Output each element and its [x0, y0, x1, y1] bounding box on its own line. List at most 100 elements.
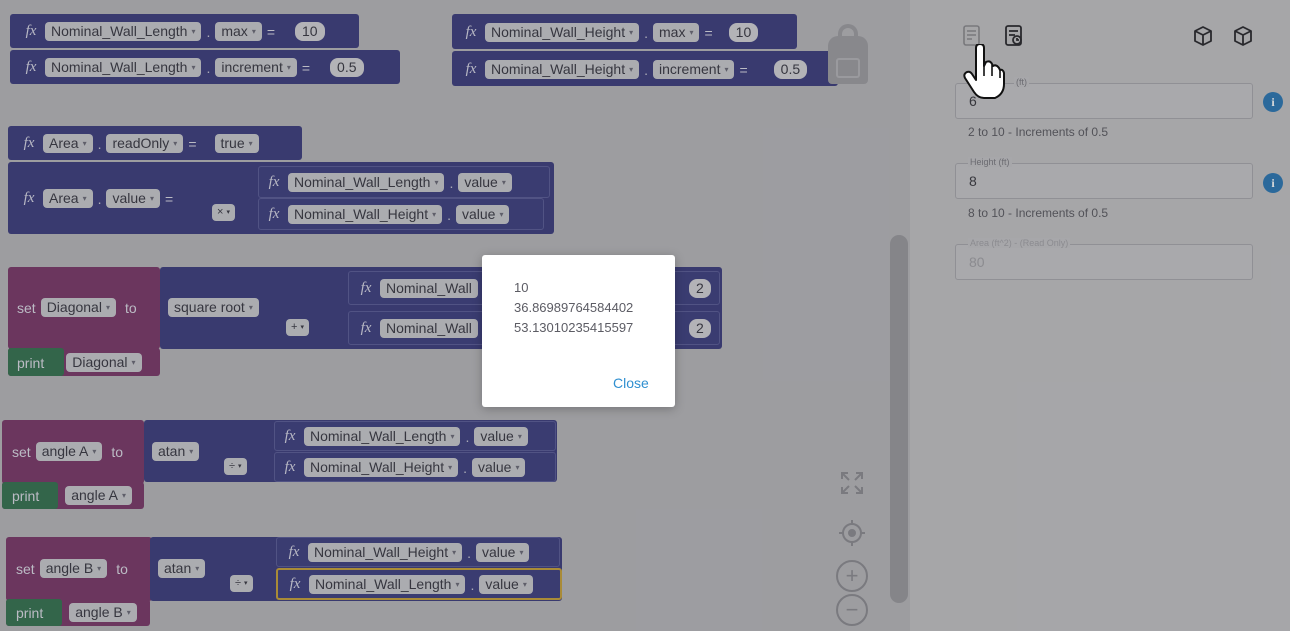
property-dropdown[interactable]: Nominal_Wall: [380, 319, 478, 338]
attribute-dropdown[interactable]: value ▾: [458, 173, 512, 192]
equals-label: =: [739, 61, 748, 78]
attribute-dropdown[interactable]: value ▾: [479, 575, 533, 594]
blockly-workspace[interactable]: fx Nominal_Wall_Length ▾ . max ▾ = 10 fx N…: [0, 0, 910, 631]
property-block[interactable]: fx Nominal_Wall_Length ▾ . max ▾ = 10: [10, 14, 359, 48]
property-block[interactable]: fx Area ▾ . readOnly ▾ = true ▾: [8, 126, 302, 160]
operator-dropdown[interactable]: + ▾: [286, 319, 309, 336]
property-dropdown[interactable]: Nominal_Wall: [380, 279, 478, 298]
attribute-dropdown[interactable]: increment ▾: [653, 60, 735, 79]
close-button[interactable]: Close: [613, 375, 649, 391]
property-block[interactable]: fx Nominal_Wall_Height ▾ . max ▾ = 10: [452, 14, 797, 49]
operand-block[interactable]: fx Nominal_Wall_Height ▾ . value ▾: [274, 452, 556, 482]
function-dropdown[interactable]: atan ▾: [158, 559, 206, 578]
fx-icon: fx: [288, 544, 300, 560]
set-variable-block[interactable]: set Diagonal ▾ to: [8, 267, 160, 349]
output-line: 10: [514, 280, 529, 295]
height-hint: 8 to 10 - Increments of 0.5: [968, 206, 1109, 220]
function-dropdown[interactable]: square root ▾: [168, 298, 259, 317]
fx-icon: fx: [465, 24, 477, 40]
variable-dropdown[interactable]: Diagonal ▾: [40, 298, 116, 317]
output-line: 53.13010235415597: [514, 320, 634, 335]
property-dropdown[interactable]: Area ▾: [43, 134, 93, 153]
property-dropdown[interactable]: Nominal_Wall_Height ▾: [485, 23, 640, 42]
number-input[interactable]: 0.5: [773, 60, 808, 79]
attribute-dropdown[interactable]: max ▾: [215, 22, 262, 41]
attribute-dropdown[interactable]: value ▾: [456, 205, 510, 224]
info-icon[interactable]: i: [1263, 173, 1283, 193]
variable-dropdown[interactable]: angle B ▾: [69, 603, 137, 622]
dot-separator: .: [206, 23, 211, 40]
property-dropdown[interactable]: Nominal_Wall_Height ▾: [485, 60, 640, 79]
cube-outline-icon[interactable]: [1229, 22, 1257, 50]
property-dropdown[interactable]: Nominal_Wall_Length ▾: [309, 575, 466, 594]
set-variable-block[interactable]: set angle B ▾ to: [6, 537, 152, 601]
attribute-dropdown[interactable]: readOnly ▾: [106, 134, 184, 153]
print-variable-block[interactable]: print angle B ▾: [6, 599, 150, 626]
attribute-dropdown[interactable]: value ▾: [106, 189, 160, 208]
print-variable-block[interactable]: print Diagonal ▾: [8, 348, 160, 376]
operator-dropdown[interactable]: ÷ ▾: [224, 458, 247, 475]
backpack-icon[interactable]: [828, 24, 868, 84]
property-block[interactable]: fx Nominal_Wall_Length ▾ . increment ▾ = 0…: [10, 50, 400, 84]
property-dropdown[interactable]: Nominal_Wall_Height ▾: [288, 205, 443, 224]
variable-dropdown[interactable]: Diagonal ▾: [66, 353, 142, 372]
to-label: to: [124, 299, 137, 316]
fx-icon: fx: [289, 576, 301, 592]
fx-icon: fx: [284, 459, 296, 475]
attribute-dropdown[interactable]: value ▾: [472, 458, 526, 477]
math-function-block[interactable]: atan ▾ ÷ ▾ fx Nominal_Wall_Length ▾ . value…: [144, 420, 557, 482]
operand-block[interactable]: fx Nominal_Wall_Height ▾ . value ▾: [258, 198, 544, 230]
output-line: 36.86989764584402: [514, 300, 634, 315]
recenter-icon[interactable]: [836, 517, 868, 549]
number-input[interactable]: 0.5: [330, 58, 364, 77]
height-field[interactable]: Height (ft) 8: [955, 157, 1253, 199]
number-input[interactable]: 10: [728, 23, 759, 42]
number-input[interactable]: 10: [295, 22, 325, 41]
property-dropdown[interactable]: Nominal_Wall_Length ▾: [288, 173, 445, 192]
property-dropdown[interactable]: Nominal_Wall_Length ▾: [45, 58, 202, 77]
fx-icon: fx: [25, 59, 37, 75]
function-dropdown[interactable]: atan ▾: [152, 442, 200, 461]
variable-dropdown[interactable]: angle B ▾: [39, 559, 108, 578]
math-function-block[interactable]: atan ▾ ÷ ▾ fx Nominal_Wall_Height ▾ . value…: [150, 537, 562, 601]
print-variable-block[interactable]: print angle A ▾: [2, 482, 144, 509]
operand-block[interactable]: fx Nominal_Wall_Length ▾ . value ▾: [258, 166, 550, 198]
boolean-dropdown[interactable]: true ▾: [214, 134, 259, 153]
zoom-in-icon[interactable]: +: [836, 560, 868, 592]
exponent-input[interactable]: 2: [689, 279, 711, 298]
operator-dropdown[interactable]: × ▾: [212, 204, 235, 221]
set-label: set: [16, 560, 35, 577]
property-block[interactable]: fx Area ▾ . value ▾ = × ▾ fx Nominal_Wall_L…: [8, 162, 554, 234]
operand-block[interactable]: fx Nominal_Wall_Length ▾ . value ▾: [274, 421, 556, 451]
attribute-dropdown[interactable]: increment ▾: [215, 58, 297, 77]
property-dropdown[interactable]: Nominal_Wall_Length ▾: [45, 22, 202, 41]
variable-dropdown[interactable]: angle A ▾: [65, 486, 132, 505]
hand-pointer-icon: [962, 43, 1006, 100]
property-dropdown[interactable]: Area ▾: [43, 189, 93, 208]
operator-dropdown[interactable]: ÷ ▾: [230, 575, 253, 592]
property-dropdown[interactable]: Nominal_Wall_Height ▾: [304, 458, 459, 477]
variable-dropdown[interactable]: angle A ▾: [35, 442, 103, 461]
set-variable-block[interactable]: set angle A ▾ to: [2, 420, 144, 484]
cube-icon[interactable]: [1189, 22, 1217, 50]
zoom-out-icon[interactable]: −: [836, 594, 868, 626]
equals-label: =: [266, 23, 276, 40]
dot-separator: .: [465, 428, 470, 445]
property-block[interactable]: fx Nominal_Wall_Height ▾ . increment ▾ = 0…: [452, 51, 838, 86]
exponent-input[interactable]: 2: [689, 319, 711, 338]
fit-to-screen-icon[interactable]: [836, 467, 868, 499]
info-icon[interactable]: i: [1263, 92, 1283, 112]
operand-block[interactable]: fx Nominal_Wall_Height ▾ . value ▾: [276, 537, 560, 567]
area-field-value: 80: [969, 254, 985, 270]
dot-separator: .: [467, 544, 471, 561]
property-dropdown[interactable]: Nominal_Wall_Height ▾: [308, 543, 463, 562]
equals-label: =: [164, 190, 174, 207]
operand-block-selected[interactable]: fx Nominal_Wall_Length ▾ . value ▾: [276, 568, 562, 600]
attribute-dropdown[interactable]: max ▾: [653, 23, 700, 42]
property-dropdown[interactable]: Nominal_Wall_Length ▾: [304, 427, 461, 446]
attribute-dropdown[interactable]: value ▾: [474, 427, 528, 446]
vertical-scrollbar[interactable]: [890, 235, 908, 603]
to-label: to: [111, 443, 124, 460]
to-label: to: [116, 560, 128, 577]
attribute-dropdown[interactable]: value ▾: [476, 543, 530, 562]
